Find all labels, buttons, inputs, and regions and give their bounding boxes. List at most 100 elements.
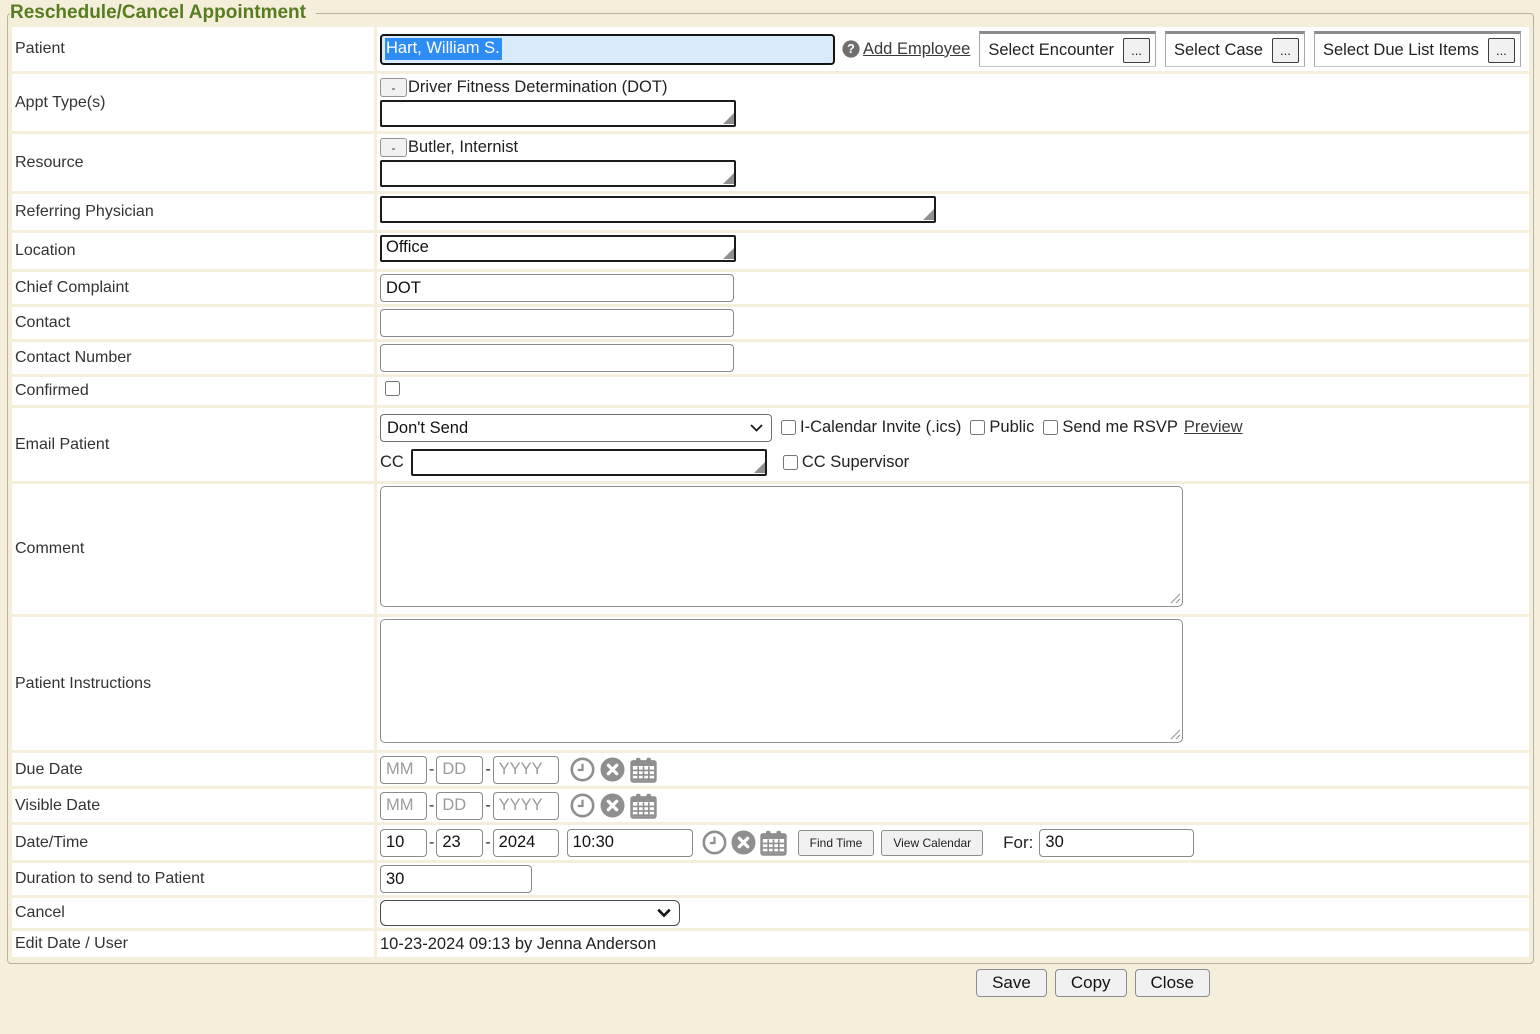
ical-invite-checkbox[interactable] xyxy=(781,420,796,435)
date-time-label: Date/Time xyxy=(12,825,374,860)
cancel-reason-select[interactable] xyxy=(380,900,680,926)
location-label: Location xyxy=(12,233,374,269)
due-date-day-input[interactable] xyxy=(436,756,483,784)
svg-text:?: ? xyxy=(847,42,855,56)
confirmed-checkbox[interactable] xyxy=(385,381,400,396)
calendar-icon[interactable] xyxy=(630,793,657,819)
for-duration-input[interactable] xyxy=(1039,829,1194,857)
public-option: Public xyxy=(970,418,1034,437)
copy-button[interactable]: Copy xyxy=(1055,969,1127,997)
chief-complaint-label: Chief Complaint xyxy=(12,272,374,304)
for-label: For: xyxy=(1003,833,1033,853)
select-encounter-browse-button[interactable]: ... xyxy=(1123,38,1150,63)
row-due-date: Due Date - - xyxy=(12,753,1529,786)
appt-types-label: Appt Type(s) xyxy=(12,74,374,131)
row-visible-date: Visible Date - - xyxy=(12,789,1529,822)
select-due-list-items-browse-button[interactable]: ... xyxy=(1488,38,1515,63)
date-separator: - xyxy=(485,834,490,852)
time-input[interactable] xyxy=(567,829,693,857)
location-input[interactable]: Office xyxy=(380,235,736,262)
edit-date-user-value: 10-23-2024 09:13 by Jenna Anderson xyxy=(380,935,656,953)
row-patient: Patient Hart, William S. ? Add Employee … xyxy=(12,27,1529,71)
patient-input[interactable]: Hart, William S. xyxy=(380,34,835,65)
clock-icon[interactable] xyxy=(702,830,727,855)
comment-input[interactable] xyxy=(380,486,1183,607)
chief-complaint-input[interactable] xyxy=(380,274,734,302)
ical-invite-option: I-Calendar Invite (.ics) xyxy=(781,418,961,437)
contact-number-label: Contact Number xyxy=(12,342,374,374)
resource-remove-button[interactable]: - xyxy=(380,138,407,157)
contact-input[interactable] xyxy=(380,309,734,337)
visible-date-month-input[interactable] xyxy=(380,792,427,820)
appt-type-selected: Driver Fitness Determination (DOT) xyxy=(408,78,667,97)
select-encounter-label: Select Encounter xyxy=(988,41,1114,60)
select-encounter-group: Select Encounter ... xyxy=(979,31,1156,67)
row-appt-types: Appt Type(s) - Driver Fitness Determinat… xyxy=(12,74,1529,131)
patient-label: Patient xyxy=(12,27,374,71)
patient-instructions-input[interactable] xyxy=(380,619,1183,743)
referring-physician-input[interactable] xyxy=(380,196,936,223)
calendar-icon[interactable] xyxy=(760,830,787,856)
duration-to-send-input[interactable] xyxy=(380,865,532,893)
cc-input[interactable] xyxy=(411,449,767,476)
find-time-button[interactable]: Find Time xyxy=(798,830,875,856)
email-send-select[interactable]: Don't Send xyxy=(380,414,772,442)
duration-to-send-label: Duration to send to Patient xyxy=(12,863,374,895)
row-edit-date-user: Edit Date / User 10-23-2024 09:13 by Jen… xyxy=(12,931,1529,957)
calendar-icon[interactable] xyxy=(630,757,657,783)
row-patient-instructions: Patient Instructions xyxy=(12,617,1529,750)
contact-label: Contact xyxy=(12,307,374,339)
contact-number-input[interactable] xyxy=(380,344,734,372)
referring-physician-label: Referring Physician xyxy=(12,194,374,230)
edit-date-user-label: Edit Date / User xyxy=(12,931,374,957)
row-comment: Comment xyxy=(12,484,1529,614)
close-button[interactable]: Close xyxy=(1135,969,1210,997)
date-time-day-input[interactable] xyxy=(436,829,483,857)
clear-icon[interactable] xyxy=(600,757,625,782)
cc-supervisor-option: CC Supervisor xyxy=(783,453,909,472)
visible-date-label: Visible Date xyxy=(12,789,374,822)
row-confirmed: Confirmed xyxy=(12,377,1529,405)
due-date-year-input[interactable] xyxy=(493,756,559,784)
row-contact: Contact xyxy=(12,307,1529,339)
cc-supervisor-checkbox[interactable] xyxy=(783,455,798,470)
select-due-list-items-label: Select Due List Items xyxy=(1323,41,1479,60)
row-date-time: Date/Time - - Find Time View Calendar xyxy=(12,825,1529,860)
preview-link[interactable]: Preview xyxy=(1184,418,1243,437)
date-time-month-input[interactable] xyxy=(380,829,427,857)
appt-type-remove-button[interactable]: - xyxy=(380,78,407,97)
clock-icon[interactable] xyxy=(570,757,595,782)
visible-date-year-input[interactable] xyxy=(493,792,559,820)
row-cancel: Cancel xyxy=(12,898,1529,928)
date-separator: - xyxy=(485,761,490,779)
cc-supervisor-label: CC Supervisor xyxy=(802,453,909,472)
visible-date-day-input[interactable] xyxy=(436,792,483,820)
resource-input[interactable] xyxy=(380,160,736,187)
public-checkbox[interactable] xyxy=(970,420,985,435)
clock-icon[interactable] xyxy=(570,793,595,818)
row-email-patient: Email Patient Don't Send I-Calendar Invi… xyxy=(12,408,1529,481)
appt-type-input[interactable] xyxy=(380,100,736,127)
select-case-browse-button[interactable]: ... xyxy=(1272,38,1299,63)
resource-label: Resource xyxy=(12,134,374,191)
date-separator: - xyxy=(485,797,490,815)
help-icon[interactable]: ? xyxy=(842,40,860,58)
email-patient-label: Email Patient xyxy=(12,408,374,481)
public-label: Public xyxy=(989,418,1034,437)
row-contact-number: Contact Number xyxy=(12,342,1529,374)
row-location: Location Office xyxy=(12,233,1529,269)
cancel-label: Cancel xyxy=(12,898,374,928)
save-button[interactable]: Save xyxy=(976,969,1047,997)
ical-invite-label: I-Calendar Invite (.ics) xyxy=(800,418,961,437)
clear-icon[interactable] xyxy=(731,830,756,855)
add-employee-link[interactable]: Add Employee xyxy=(863,40,970,59)
send-me-rsvp-checkbox[interactable] xyxy=(1043,420,1058,435)
clear-icon[interactable] xyxy=(600,793,625,818)
row-duration-to-send: Duration to send to Patient xyxy=(12,863,1529,895)
date-separator: - xyxy=(429,797,434,815)
view-calendar-button[interactable]: View Calendar xyxy=(881,830,983,856)
date-time-year-input[interactable] xyxy=(493,829,559,857)
patient-input-selected-text: Hart, William S. xyxy=(385,38,502,60)
due-date-month-input[interactable] xyxy=(380,756,427,784)
due-date-label: Due Date xyxy=(12,753,374,786)
